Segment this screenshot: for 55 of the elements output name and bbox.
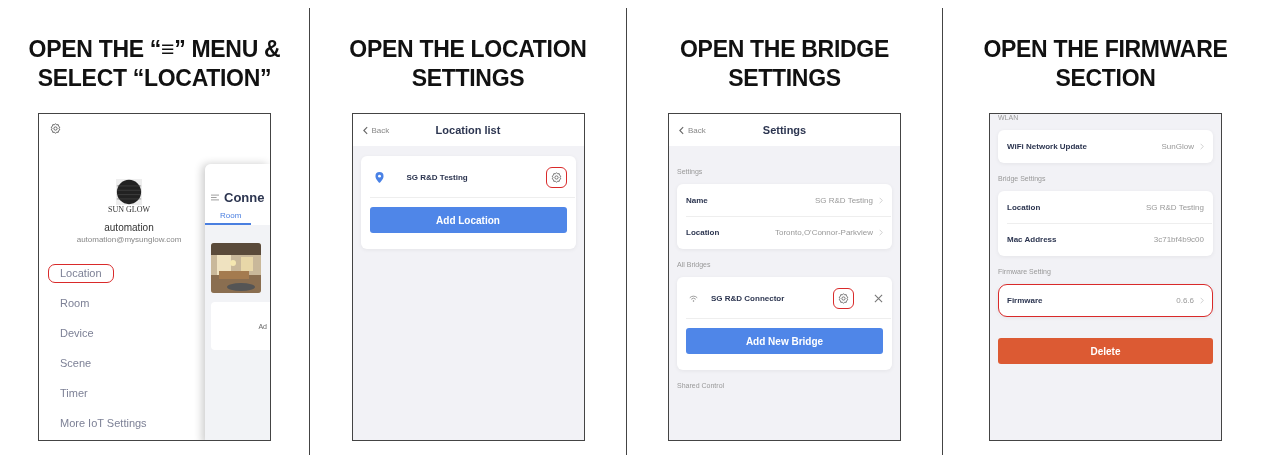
row-label: Location [686,228,720,237]
step-heading: SETTINGS [411,64,525,93]
row-value: SG R&D Testing [814,196,873,205]
menu-item[interactable]: Scene [48,354,104,373]
row-value: SG R&D Testing [1145,203,1204,212]
step-heading: SECTION [1055,64,1156,93]
menu-item[interactable]: Timer [48,384,100,403]
menu-item[interactable]: Device [48,324,106,343]
step-heading: SETTINGS [728,64,841,93]
logo-text: SUN GLOW [108,205,150,214]
add-button[interactable]: Add Location [369,207,567,233]
menu-icon[interactable] [211,194,219,201]
row-value: SunGlow [1161,142,1194,151]
chevron-icon[interactable] [1200,297,1204,304]
item-name[interactable]: SG R&D Connector [711,293,785,303]
settings-button[interactable] [833,287,854,309]
menu-item[interactable]: More IoT Settings [48,414,159,433]
step-heading: OPEN THE LOCATION [349,35,587,64]
step-heading: OPEN THE FIRMWARE [983,35,1228,64]
close-icon[interactable] [874,293,883,303]
chevron-icon[interactable] [879,229,883,236]
chevron-icon[interactable] [879,197,883,204]
row-value: Toronto,O'Connor-Parkview [775,228,873,237]
add-button[interactable]: Add New Bridge [686,328,883,354]
row-label: WiFi Network Update [1007,142,1087,151]
row-value: 3c71bf4b9c00 [1153,235,1204,244]
row-label: Mac Address [1007,235,1057,244]
row-label: Name [686,196,708,205]
back-button[interactable]: Back [362,125,390,135]
row-label: Location [1007,203,1041,212]
wifi-icon [689,294,698,302]
settings-button[interactable] [545,166,567,188]
step-heading: SELECT “LOCATION” [37,64,272,93]
step-heading: OPEN THE “≡” MENU & [28,35,281,64]
menu-item[interactable]: Location [48,264,114,283]
settings-icon[interactable] [49,122,62,135]
delete-button[interactable]: Delete [998,338,1213,364]
user-email: automation@mysunglow.com [76,235,182,244]
location-pin-icon [374,171,384,183]
user-name: automation [104,222,154,233]
back-icon [362,125,368,135]
back-button[interactable]: Back [679,125,706,135]
gear-icon [837,291,850,305]
back-icon [679,125,684,135]
row-label: Firmware [1007,296,1043,305]
step-heading: OPEN THE BRIDGE [680,35,889,64]
chevron-icon[interactable] [1200,143,1204,150]
screen-title: Location list [435,124,501,136]
screen-title: Conne [224,190,265,205]
gear-icon [549,170,563,184]
logo-disc-icon [116,179,142,205]
menu-item[interactable]: Room [48,294,102,313]
screen-title: Settings [762,124,807,136]
row-value: 0.6.6 [1176,296,1194,305]
item-name[interactable]: SG R&D Testing [406,172,468,182]
